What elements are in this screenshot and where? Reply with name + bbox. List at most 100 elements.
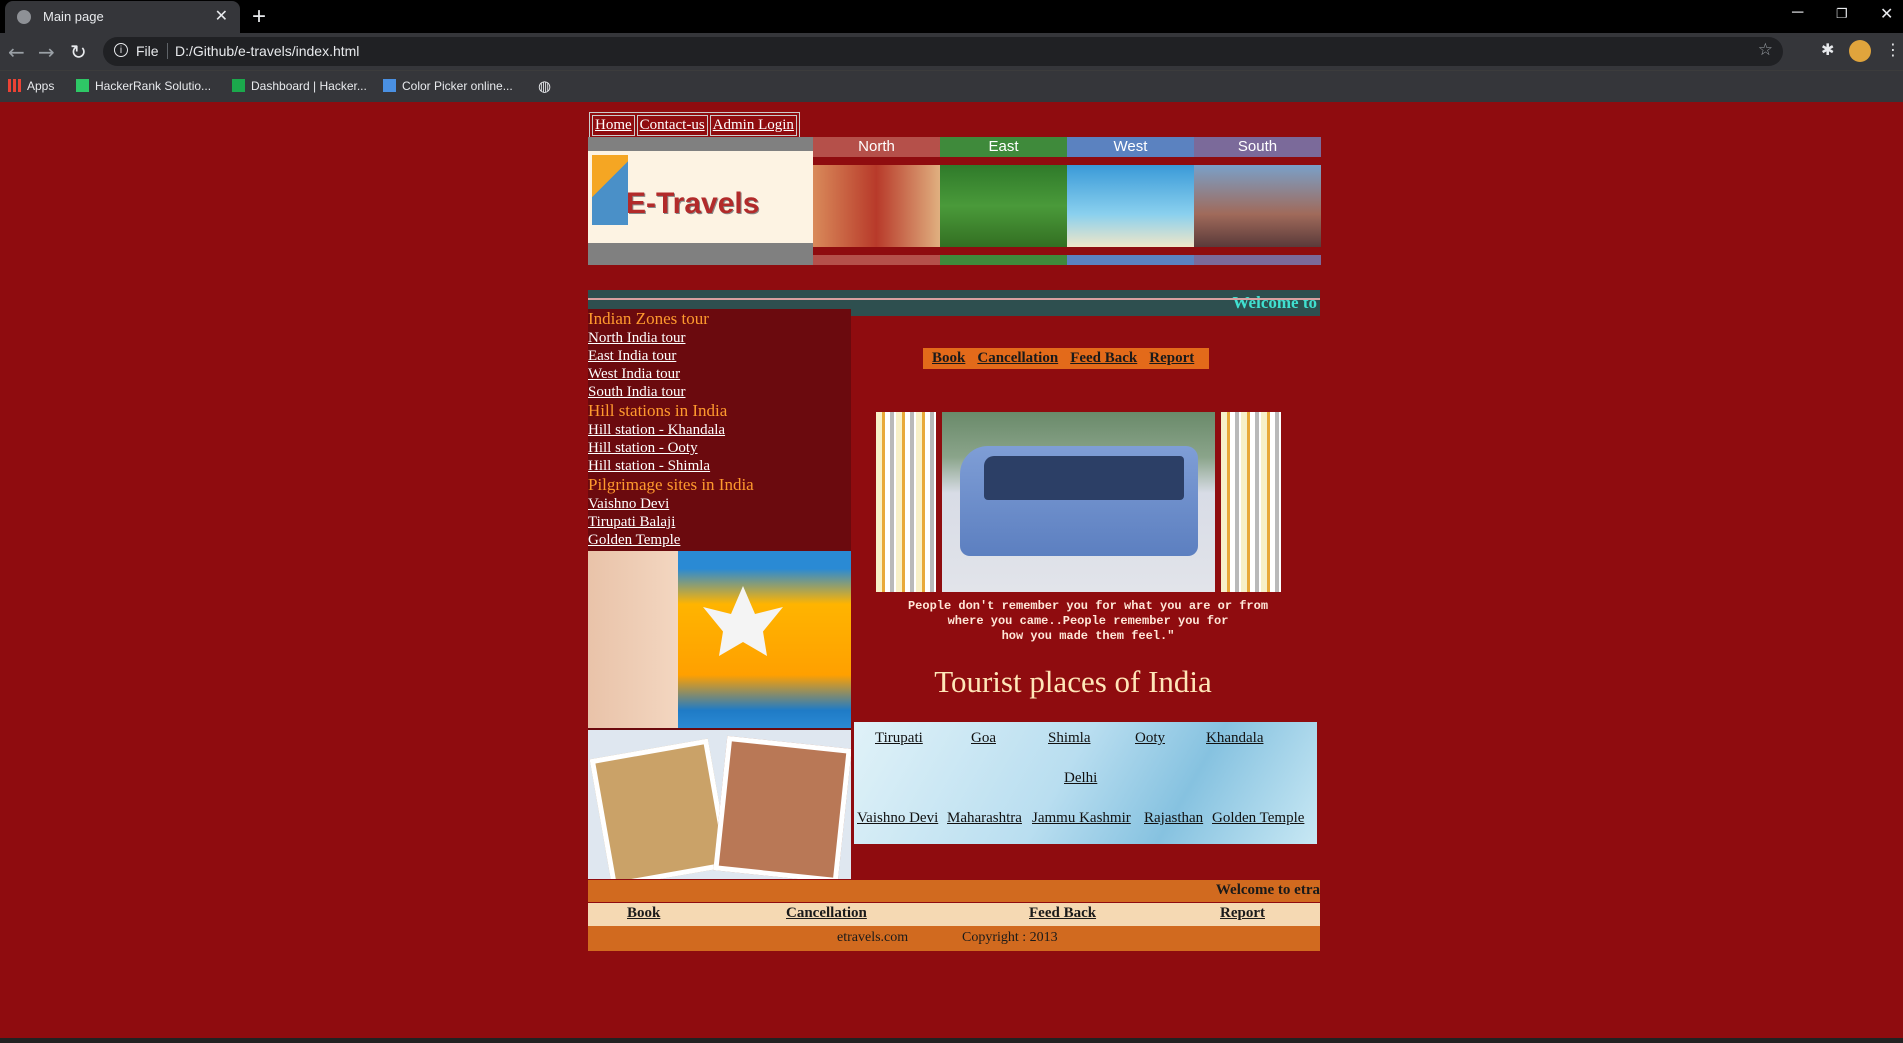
color-picker-icon xyxy=(383,79,396,92)
menu-report-link[interactable]: Report xyxy=(1146,350,1197,367)
sidebar-link-tirupati-balaji[interactable]: Tirupati Balaji xyxy=(588,513,851,531)
quote-line: where you came..People remember you for xyxy=(947,614,1229,628)
footer-feedback-link[interactable]: Feed Back xyxy=(1029,905,1096,922)
marquee-text: Welcome to xyxy=(1232,293,1318,312)
menu-cancellation-link[interactable]: Cancellation xyxy=(974,350,1061,367)
lotus-promo-image xyxy=(588,551,851,728)
place-link-jammu-kashmir[interactable]: Jammu Kashmir xyxy=(1032,810,1131,827)
restore-icon[interactable]: ❐ xyxy=(1836,6,1848,22)
zone-strip xyxy=(1067,255,1194,265)
bookmark-apps[interactable]: Apps xyxy=(8,79,54,93)
close-tab-icon[interactable]: ✕ xyxy=(215,6,228,26)
sidebar-link-shimla[interactable]: Hill station - Shimla xyxy=(588,457,851,475)
bookmark-label: Apps xyxy=(27,79,55,93)
zone-north: North xyxy=(813,137,940,265)
place-link-rajasthan[interactable]: Rajasthan xyxy=(1144,810,1203,827)
zone-label: East xyxy=(940,137,1067,157)
bookmark-label: Color Picker online... xyxy=(402,79,513,93)
bus-windows xyxy=(984,456,1184,500)
window-close-icon[interactable]: ✕ xyxy=(1880,4,1893,24)
sidebar-section-title: Pilgrimage sites in India xyxy=(588,475,754,494)
zone-strip xyxy=(813,255,940,265)
globe-bookmark-icon[interactable]: ◍ xyxy=(538,77,551,95)
header-banner: E-Travels North East West South Welcome … xyxy=(588,137,1321,316)
sidebar-link-west-india[interactable]: West India tour xyxy=(588,365,851,383)
sidebar-link-south-india[interactable]: South India tour xyxy=(588,383,851,401)
nav-home-link[interactable]: Home xyxy=(592,115,635,136)
globe-icon xyxy=(17,10,31,24)
menu-book-link[interactable]: Book xyxy=(929,350,968,367)
footer-copyright: Copyright : 2013 xyxy=(962,930,1058,945)
place-link-golden-temple[interactable]: Golden Temple xyxy=(1212,810,1304,827)
top-nav: Home Contact-us Admin Login xyxy=(589,112,800,139)
bookmark-label: Dashboard | Hacker... xyxy=(251,79,367,93)
browser-tab[interactable]: Main page ✕ xyxy=(5,1,240,33)
zone-label: North xyxy=(813,137,940,157)
menu-kebab-icon[interactable]: ⋮ xyxy=(1885,40,1901,59)
new-tab-button[interactable]: + xyxy=(252,3,266,31)
bus-image xyxy=(942,412,1215,592)
sidebar-section-title: Hill stations in India xyxy=(588,401,728,420)
zone-west: West xyxy=(1067,137,1194,265)
profile-avatar[interactable] xyxy=(1849,40,1871,62)
place-link-khandala[interactable]: Khandala xyxy=(1206,730,1263,747)
decor-stripes-left xyxy=(876,412,936,592)
back-arrow-icon[interactable]: ← xyxy=(8,40,25,64)
nav-contact-link[interactable]: Contact-us xyxy=(636,115,708,136)
footer-report-link[interactable]: Report xyxy=(1220,905,1265,922)
content-menu: Book Cancellation Feed Back Report xyxy=(923,348,1210,369)
sculpture-photo xyxy=(713,735,851,879)
forward-arrow-icon[interactable]: → xyxy=(38,40,55,64)
place-link-ooty[interactable]: Ooty xyxy=(1135,730,1165,747)
minimize-icon[interactable]: ─ xyxy=(1792,4,1803,22)
quote-line: People don't remember you for what you a… xyxy=(907,599,1269,613)
place-link-tirupati[interactable]: Tirupati xyxy=(875,730,923,747)
logo-text: E-Travels xyxy=(626,187,760,220)
extensions-puzzle-icon[interactable]: ✱ xyxy=(1821,40,1834,59)
woman-face-image xyxy=(588,551,678,728)
place-link-maharashtra[interactable]: Maharashtra xyxy=(947,810,1022,827)
url-text[interactable]: D:/Github/e-travels/index.html xyxy=(175,43,359,59)
sidebar-link-north-india[interactable]: North India tour xyxy=(588,329,851,347)
tourist-places-table: Tirupati Goa Shimla Ooty Khandala Delhi … xyxy=(854,722,1317,844)
zone-strip xyxy=(940,255,1067,265)
tab-strip: Main page ✕ + ─ ❐ ✕ xyxy=(0,0,1903,33)
bookmark-color-picker[interactable]: Color Picker online... xyxy=(383,79,513,93)
zone-label: West xyxy=(1067,137,1194,157)
url-separator xyxy=(167,43,168,59)
zone-south: South xyxy=(1194,137,1321,265)
place-link-goa[interactable]: Goa xyxy=(971,730,996,747)
bookmark-dashboard[interactable]: Dashboard | Hacker... xyxy=(232,79,367,93)
sidebar-link-ooty[interactable]: Hill station - Ooty xyxy=(588,439,851,457)
sidebar-section-title: Indian Zones tour xyxy=(588,309,709,328)
place-link-vaishno-devi[interactable]: Vaishno Devi xyxy=(857,810,938,827)
camel-rider-image xyxy=(813,165,940,247)
sidebar-link-golden-temple[interactable]: Golden Temple xyxy=(588,531,851,549)
sidebar-link-east-india[interactable]: East India tour xyxy=(588,347,851,365)
ticker-text: Welcome to etra xyxy=(1215,882,1320,898)
zone-label: South xyxy=(1194,137,1321,157)
zone-strip xyxy=(1194,255,1321,265)
footer-book-link[interactable]: Book xyxy=(627,905,660,922)
address-bar[interactable]: i File D:/Github/e-travels/index.html ☆ xyxy=(103,37,1783,66)
footer-site-name: etravels.com xyxy=(837,930,909,945)
bookmark-star-icon[interactable]: ☆ xyxy=(1758,40,1773,60)
bookmark-hackerrank[interactable]: HackerRank Solutio... xyxy=(76,79,211,93)
sidebar-link-vaishno-devi[interactable]: Vaishno Devi xyxy=(588,495,851,513)
beach-palm-image xyxy=(1067,165,1194,247)
quote-text: People don't remember you for what you a… xyxy=(888,599,1288,644)
quote-line: how you made them feel." xyxy=(1001,629,1175,643)
divider xyxy=(588,298,1320,300)
tab-title: Main page xyxy=(43,9,104,24)
place-link-delhi[interactable]: Delhi xyxy=(1064,770,1097,787)
footer-ticker: Welcome to etra xyxy=(588,880,1320,902)
nav-admin-login-link[interactable]: Admin Login xyxy=(709,115,797,136)
menu-feedback-link[interactable]: Feed Back xyxy=(1067,350,1140,367)
url-scheme: File xyxy=(136,43,159,59)
houseboat-image xyxy=(1194,165,1321,247)
place-link-shimla[interactable]: Shimla xyxy=(1048,730,1091,747)
reload-icon[interactable]: ↻ xyxy=(70,40,87,64)
info-icon[interactable]: i xyxy=(114,43,128,57)
sidebar-link-khandala[interactable]: Hill station - Khandala xyxy=(588,421,851,439)
footer-cancellation-link[interactable]: Cancellation xyxy=(786,905,867,922)
